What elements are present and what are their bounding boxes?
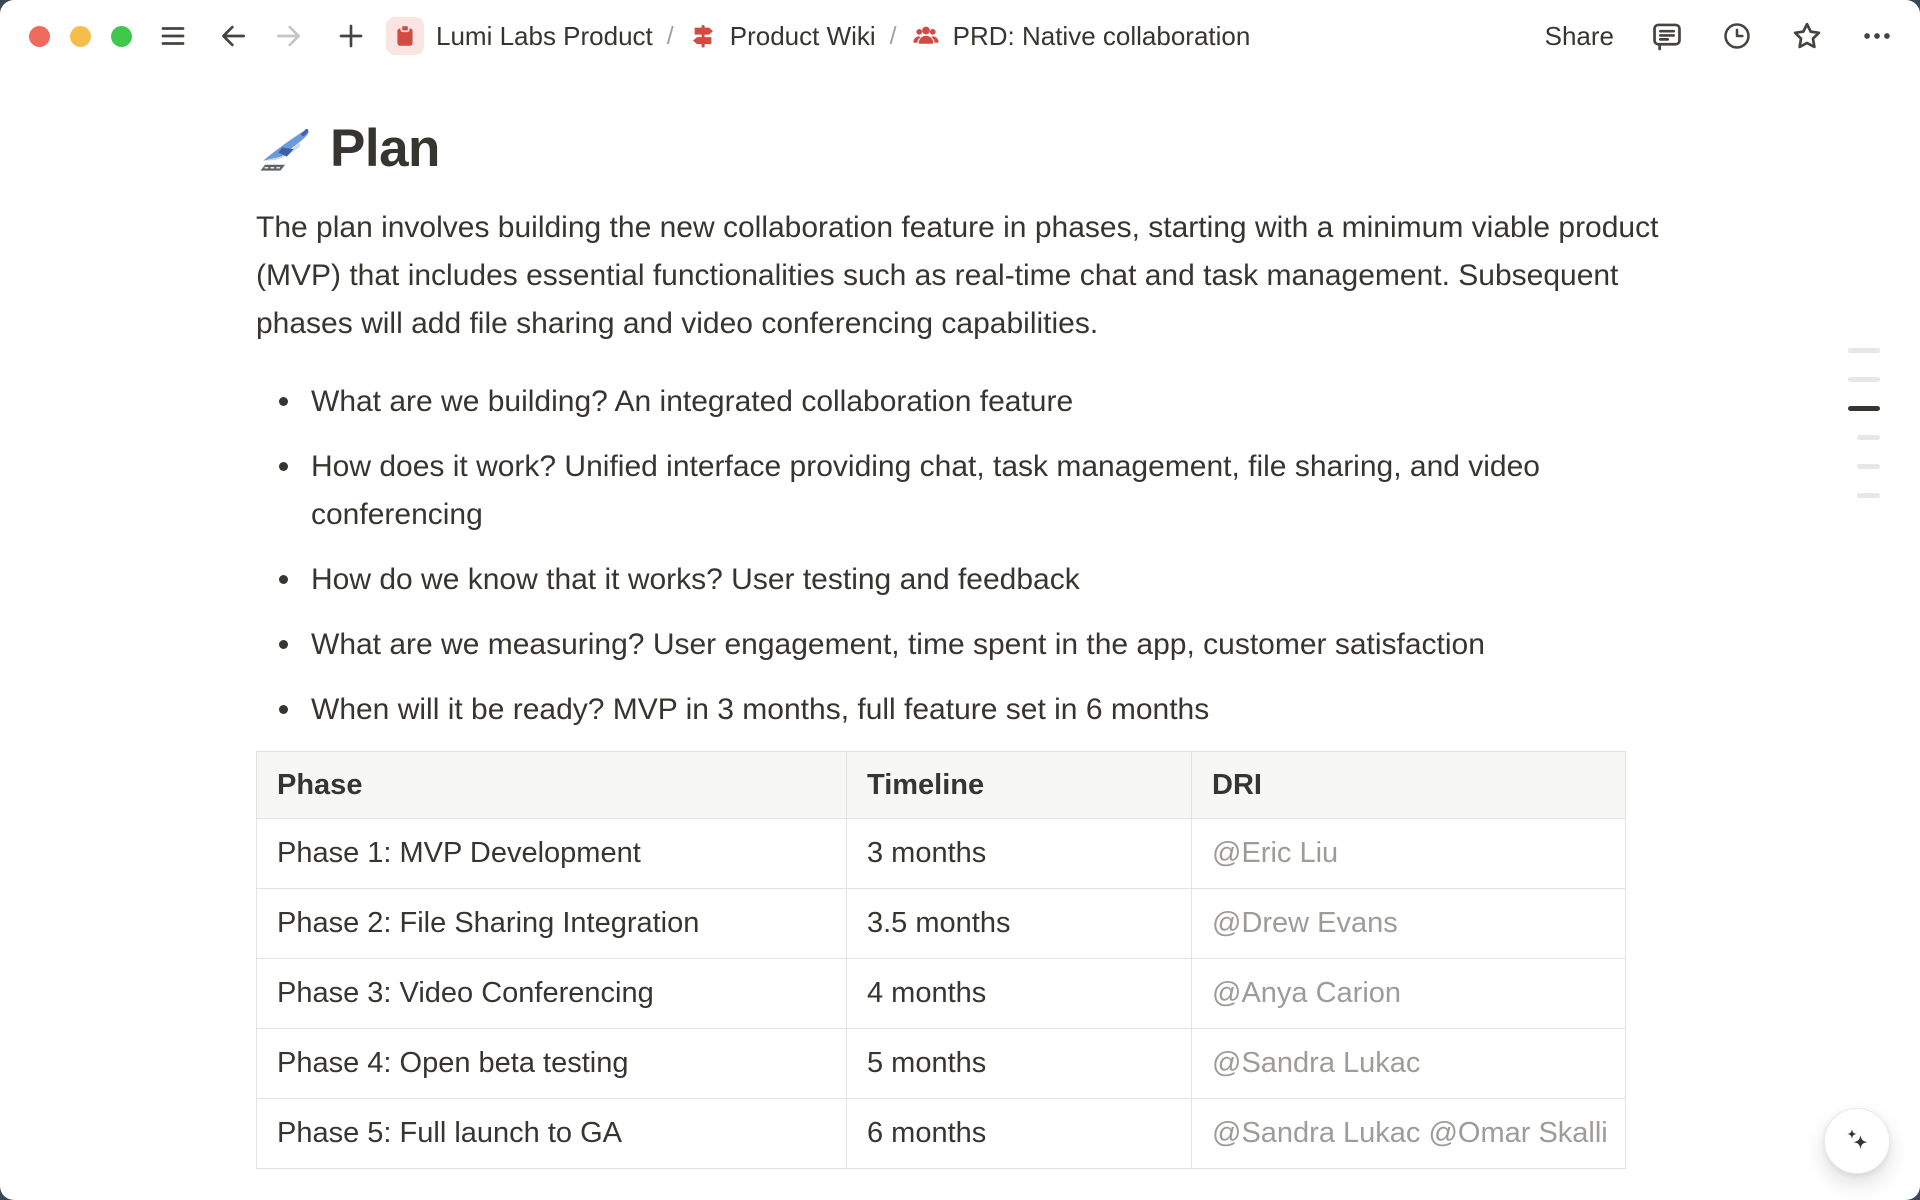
- table-row: Phase 1: MVP Development 3 months @Eric …: [257, 819, 1626, 889]
- table-row: Phase 2: File Sharing Integration 3.5 mo…: [257, 889, 1626, 959]
- clock-icon: [1721, 20, 1753, 52]
- toc-bar[interactable]: [1857, 435, 1880, 440]
- breadcrumb-label: Lumi Labs Product: [436, 21, 653, 52]
- toc-indicator: [1848, 348, 1880, 498]
- menu-icon: [157, 20, 189, 52]
- page-body: Plan The plan involves building the new …: [0, 72, 1920, 1169]
- breadcrumb-item-product-wiki[interactable]: Product Wiki: [688, 21, 876, 52]
- toc-bar-active[interactable]: [1848, 406, 1880, 411]
- timeline-cell[interactable]: 4 months: [847, 959, 1192, 1029]
- toc-bar[interactable]: [1848, 348, 1880, 353]
- bullet-item[interactable]: How do we know that it works? User testi…: [256, 556, 1701, 604]
- page-title-row: Plan: [256, 116, 1920, 180]
- bullet-item[interactable]: What are we building? An integrated coll…: [256, 378, 1701, 426]
- signpost-icon: [688, 21, 718, 51]
- bullet-item[interactable]: What are we measuring? User engagement, …: [256, 621, 1701, 669]
- breadcrumb-label: Product Wiki: [730, 21, 876, 52]
- toc-bar[interactable]: [1857, 493, 1880, 498]
- plus-icon: [335, 20, 367, 52]
- people-icon: [911, 21, 941, 51]
- updates-button[interactable]: [1720, 19, 1754, 53]
- airplane-departure-emoji[interactable]: [256, 119, 314, 177]
- table-row: Phase 5: Full launch to GA 6 months @San…: [257, 1099, 1626, 1169]
- star-icon: [1790, 19, 1824, 53]
- topbar: Lumi Labs Product / Product Wiki /: [0, 0, 1920, 72]
- timeline-cell[interactable]: 3.5 months: [847, 889, 1192, 959]
- minimize-button[interactable]: [70, 26, 91, 47]
- forward-arrow-icon: [273, 20, 305, 52]
- phase-cell[interactable]: Phase 5: Full launch to GA: [257, 1099, 847, 1169]
- phase-cell[interactable]: Phase 1: MVP Development: [257, 819, 847, 889]
- bullet-list: What are we building? An integrated coll…: [256, 378, 1701, 734]
- bullet-item[interactable]: When will it be ready? MVP in 3 months, …: [256, 686, 1701, 734]
- app-window: Lumi Labs Product / Product Wiki /: [0, 0, 1920, 1200]
- breadcrumb-separator: /: [890, 22, 897, 51]
- traffic-lights: [29, 26, 132, 47]
- breadcrumb-separator: /: [667, 22, 674, 51]
- close-button[interactable]: [29, 26, 50, 47]
- ellipsis-icon: [1860, 19, 1894, 53]
- workspace-icon-badge: [386, 17, 424, 55]
- dri-cell[interactable]: @Sandra Lukac: [1192, 1029, 1626, 1099]
- breadcrumb-label: PRD: Native collaboration: [953, 21, 1251, 52]
- zoom-button[interactable]: [111, 26, 132, 47]
- forward-button[interactable]: [272, 19, 306, 53]
- sparkles-icon: [1841, 1125, 1873, 1157]
- new-page-button[interactable]: [334, 19, 368, 53]
- share-button[interactable]: Share: [1545, 21, 1614, 52]
- table-header-timeline[interactable]: Timeline: [847, 752, 1192, 819]
- timeline-cell[interactable]: 6 months: [847, 1099, 1192, 1169]
- dri-cell[interactable]: @Sandra Lukac @Omar Skalli: [1192, 1099, 1626, 1169]
- toc-bar[interactable]: [1857, 464, 1880, 469]
- table-row: Phase 3: Video Conferencing 4 months @An…: [257, 959, 1626, 1029]
- phase-cell[interactable]: Phase 4: Open beta testing: [257, 1029, 847, 1099]
- table-header-phase[interactable]: Phase: [257, 752, 847, 819]
- table-header-dri[interactable]: DRI: [1192, 752, 1626, 819]
- phase-cell[interactable]: Phase 2: File Sharing Integration: [257, 889, 847, 959]
- dri-cell[interactable]: @Eric Liu: [1192, 819, 1626, 889]
- more-button[interactable]: [1860, 19, 1894, 53]
- intro-paragraph[interactable]: The plan involves building the new colla…: [256, 204, 1701, 348]
- table-row: Phase 4: Open beta testing 5 months @San…: [257, 1029, 1626, 1099]
- bullet-item[interactable]: How does it work? Unified interface prov…: [256, 443, 1701, 539]
- favorite-button[interactable]: [1790, 19, 1824, 53]
- dri-cell[interactable]: @Drew Evans: [1192, 889, 1626, 959]
- table-header-row: Phase Timeline DRI: [257, 752, 1626, 819]
- comments-button[interactable]: [1650, 19, 1684, 53]
- timeline-cell[interactable]: 3 months: [847, 819, 1192, 889]
- back-arrow-icon: [217, 20, 249, 52]
- toc-bar[interactable]: [1848, 377, 1880, 382]
- phases-table: Phase Timeline DRI Phase 1: MVP Developm…: [256, 751, 1626, 1169]
- ai-assistant-button[interactable]: [1824, 1108, 1890, 1174]
- phase-cell[interactable]: Phase 3: Video Conferencing: [257, 959, 847, 1029]
- sidebar-menu-button[interactable]: [156, 19, 190, 53]
- page-title[interactable]: Plan: [330, 118, 440, 179]
- dri-cell[interactable]: @Anya Carion: [1192, 959, 1626, 1029]
- comment-icon: [1650, 19, 1684, 53]
- clipboard-icon: [392, 23, 418, 49]
- breadcrumb-item-prd[interactable]: PRD: Native collaboration: [911, 21, 1251, 52]
- timeline-cell[interactable]: 5 months: [847, 1029, 1192, 1099]
- back-button[interactable]: [216, 19, 250, 53]
- topbar-actions: Share: [1545, 19, 1894, 53]
- breadcrumb-item-workspace[interactable]: Lumi Labs Product: [436, 21, 653, 52]
